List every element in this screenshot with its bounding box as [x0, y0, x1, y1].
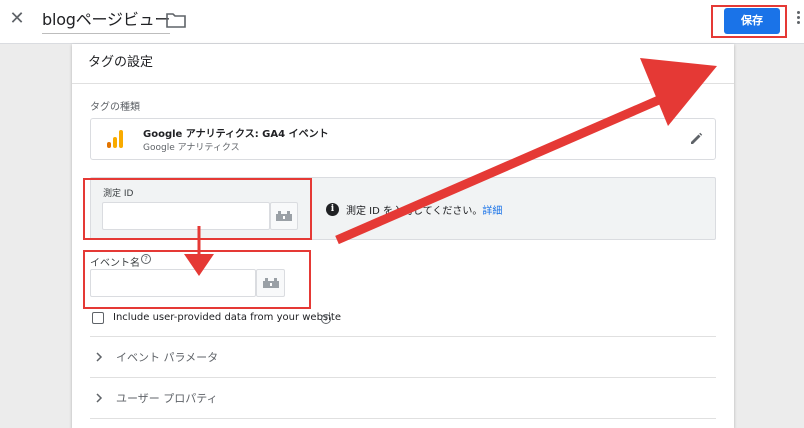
include-user-data-label: Include user-provided data from your web… [113, 312, 341, 323]
chevron-right-icon [96, 393, 103, 403]
section-label: イベント パラメータ [116, 351, 219, 364]
help-icon[interactable]: ? [321, 314, 331, 324]
info-icon: i [326, 203, 339, 216]
measurement-id-label: 測定 ID [103, 189, 134, 199]
google-analytics-icon [107, 130, 123, 148]
variable-picker-button[interactable] [256, 269, 285, 297]
section-divider [90, 418, 716, 428]
section-user-properties[interactable]: ユーザー プロパティ [90, 377, 716, 418]
measurement-id-info-text: 測定 ID を入力してください。 [346, 206, 483, 217]
tag-title-input[interactable]: blogページビュー [42, 9, 170, 34]
chevron-right-icon [96, 352, 103, 362]
tag-type-name: Google アナリティクス: GA4 イベント [143, 129, 329, 140]
tag-type-label: タグの種類 [90, 102, 140, 113]
tag-configuration-card: タグの設定 タグの種類 Google アナリティクス: GA4 イベント Goo… [72, 44, 734, 428]
help-icon[interactable]: ? [141, 254, 151, 264]
learn-more-link[interactable]: 詳細 [482, 206, 502, 217]
section-event-parameters[interactable]: イベント パラメータ [90, 336, 716, 377]
save-button[interactable]: 保存 [724, 8, 780, 34]
brick-icon [276, 211, 292, 221]
event-name-label: イベント名 [90, 258, 140, 269]
tag-type-selector[interactable]: Google アナリティクス: GA4 イベント Google アナリティクス [90, 118, 716, 160]
measurement-id-input[interactable] [102, 202, 270, 230]
close-icon[interactable]: ✕ [8, 9, 26, 29]
section-label: ユーザー プロパティ [116, 392, 218, 405]
include-user-data-checkbox[interactable] [92, 312, 104, 324]
event-name-input[interactable] [90, 269, 256, 297]
more-vert-icon[interactable] [795, 11, 801, 31]
folder-icon[interactable] [166, 12, 186, 28]
top-bar: ✕ blogページビュー 保存 [0, 0, 804, 44]
pencil-icon[interactable] [689, 132, 703, 146]
brick-icon [262, 278, 279, 288]
card-title: タグの設定 [72, 44, 734, 84]
variable-picker-button[interactable] [270, 202, 298, 230]
tag-type-subtitle: Google アナリティクス [143, 143, 240, 153]
measurement-id-panel: 測定 ID i 測定 ID を入力してください。詳細 [90, 177, 716, 240]
measurement-id-info: 測定 ID を入力してください。詳細 [346, 202, 502, 217]
